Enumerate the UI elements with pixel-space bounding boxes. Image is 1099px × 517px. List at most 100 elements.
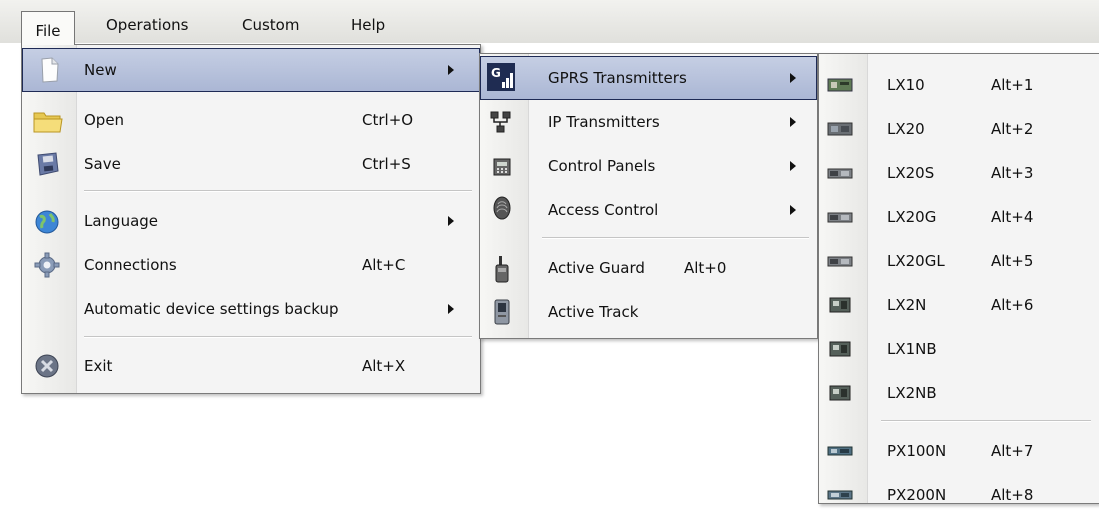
menu-separator: [881, 420, 1091, 422]
shortcut-active-guard: Alt+0: [684, 259, 727, 277]
globe-icon: [33, 208, 61, 240]
file-menu-label-save: Save: [84, 155, 121, 173]
menu-file[interactable]: File: [21, 11, 75, 45]
exit-icon: [33, 352, 61, 384]
shortcut-lx10: Alt+1: [991, 76, 1034, 94]
new-menu-label-gprs: GPRS Transmitters: [548, 69, 687, 87]
gprs-label-lx20: LX20: [887, 120, 925, 138]
gprs-menu-item-px200n[interactable]: PX200N Alt+8: [819, 473, 1099, 517]
gprs-menu-item-lx20[interactable]: LX20 Alt+2: [819, 107, 1099, 151]
new-menu-item-control-panels[interactable]: Control Panels: [480, 144, 817, 188]
new-menu-label-ip: IP Transmitters: [548, 113, 660, 131]
new-menu-label-active-track: Active Track: [548, 303, 639, 321]
device-module-icon: [826, 76, 854, 98]
shortcut-lx20gl: Alt+5: [991, 252, 1034, 270]
new-document-icon: [36, 56, 62, 88]
submenu-arrow-icon: [790, 161, 796, 171]
submenu-arrow-icon: [790, 205, 796, 215]
device-module-icon: [826, 488, 854, 506]
file-menu-item-open[interactable]: Open Ctrl+O: [22, 98, 480, 142]
gprs-menu-item-px100n[interactable]: PX100N Alt+7: [819, 429, 1099, 473]
submenu-arrow-icon: [448, 216, 454, 226]
floppy-disk-icon: [34, 151, 62, 181]
gprs-label-lx20s: LX20S: [887, 164, 935, 182]
file-menu-label-auto-backup: Automatic device settings backup: [84, 300, 339, 318]
shortcut-lx20: Alt+2: [991, 120, 1034, 138]
network-icon: [488, 109, 514, 139]
device-module-icon: [826, 165, 854, 185]
menu-bar: File Operations Custom Help: [0, 0, 1099, 45]
gprs-menu-item-lx1nb[interactable]: LX1NB: [819, 327, 1099, 371]
shortcut-save: Ctrl+S: [362, 155, 411, 173]
file-menu-label-exit: Exit: [84, 357, 113, 375]
new-menu-item-gprs-transmitters[interactable]: G GPRS Transmitters: [480, 56, 817, 100]
new-menu-item-ip-transmitters[interactable]: IP Transmitters: [480, 100, 817, 144]
gprs-label-lx2n: LX2N: [887, 296, 927, 314]
gprs-menu-item-lx20g[interactable]: LX20G Alt+4: [819, 195, 1099, 239]
gprs-menu-item-lx2n[interactable]: LX2N Alt+6: [819, 283, 1099, 327]
gprs-submenu: LX10 Alt+1 LX20 Alt+2 LX20S Alt+3 LX20G …: [818, 53, 1099, 504]
svg-text:G: G: [491, 66, 501, 80]
fingerprint-icon: [491, 194, 513, 226]
device-module-icon: [827, 339, 853, 363]
menu-help[interactable]: Help: [351, 13, 385, 37]
new-menu-item-active-track[interactable]: Active Track: [480, 290, 817, 334]
gprs-label-px100n: PX100N: [887, 442, 947, 460]
submenu-arrow-icon: [790, 117, 796, 127]
gprs-menu-item-lx20gl[interactable]: LX20GL Alt+5: [819, 239, 1099, 283]
new-menu-item-access-control[interactable]: Access Control: [480, 188, 817, 232]
shortcut-px100n: Alt+7: [991, 442, 1034, 460]
control-panel-icon: [492, 157, 512, 181]
folder-icon: [32, 108, 64, 138]
menu-operations[interactable]: Operations: [106, 13, 188, 37]
new-menu-label-control-panels: Control Panels: [548, 157, 656, 175]
new-menu-item-active-guard[interactable]: Active Guard Alt+0: [480, 246, 817, 290]
shortcut-lx20s: Alt+3: [991, 164, 1034, 182]
file-menu-item-auto-backup[interactable]: Automatic device settings backup: [22, 287, 480, 331]
gprs-label-lx10: LX10: [887, 76, 925, 94]
menu-separator: [542, 237, 809, 239]
file-menu-item-connections[interactable]: Connections Alt+C: [22, 243, 480, 287]
device-module-icon: [826, 253, 854, 273]
gprs-menu-item-lx10[interactable]: LX10 Alt+1: [819, 63, 1099, 107]
device-module-icon: [826, 120, 854, 142]
gprs-menu-item-lx2nb[interactable]: LX2NB: [819, 371, 1099, 415]
shortcut-open: Ctrl+O: [362, 111, 414, 129]
file-menu: New Open Ctrl+O Save Ctrl+S Language Con…: [21, 44, 481, 394]
new-menu-label-active-guard: Active Guard: [548, 259, 645, 277]
shortcut-px200n: Alt+8: [991, 486, 1034, 504]
device-module-icon: [826, 444, 854, 462]
submenu-arrow-icon: [448, 304, 454, 314]
file-menu-item-new[interactable]: New: [22, 48, 480, 92]
shortcut-lx20g: Alt+4: [991, 208, 1034, 226]
gprs-label-px200n: PX200N: [887, 486, 947, 504]
gprs-label-lx20g: LX20G: [887, 208, 937, 226]
gear-icon: [33, 251, 61, 283]
new-submenu: G GPRS Transmitters IP Transmitters Cont…: [479, 53, 818, 339]
shortcut-connections: Alt+C: [362, 256, 406, 274]
guard-device-icon: [493, 254, 511, 288]
new-menu-label-access-control: Access Control: [548, 201, 659, 219]
menu-custom[interactable]: Custom: [242, 13, 299, 37]
gprs-signal-icon: G: [486, 62, 516, 96]
file-menu-label-connections: Connections: [84, 256, 177, 274]
submenu-arrow-icon: [448, 65, 454, 75]
file-menu-item-exit[interactable]: Exit Alt+X: [22, 344, 480, 388]
device-module-icon: [827, 383, 853, 407]
menu-separator: [84, 190, 472, 192]
file-menu-label-language: Language: [84, 212, 159, 230]
gprs-label-lx20gl: LX20GL: [887, 252, 945, 270]
device-module-icon: [826, 209, 854, 229]
submenu-arrow-icon: [790, 73, 796, 83]
file-menu-label-open: Open: [84, 111, 125, 129]
file-menu-item-save[interactable]: Save Ctrl+S: [22, 142, 480, 186]
file-menu-label-new: New: [84, 61, 117, 79]
gprs-label-lx1nb: LX1NB: [887, 340, 937, 358]
gprs-label-lx2nb: LX2NB: [887, 384, 937, 402]
gprs-menu-item-lx20s[interactable]: LX20S Alt+3: [819, 151, 1099, 195]
menu-separator: [84, 336, 472, 338]
shortcut-lx2n: Alt+6: [991, 296, 1034, 314]
file-menu-item-language[interactable]: Language: [22, 199, 480, 243]
shortcut-exit: Alt+X: [362, 357, 406, 375]
device-module-icon: [827, 295, 853, 319]
